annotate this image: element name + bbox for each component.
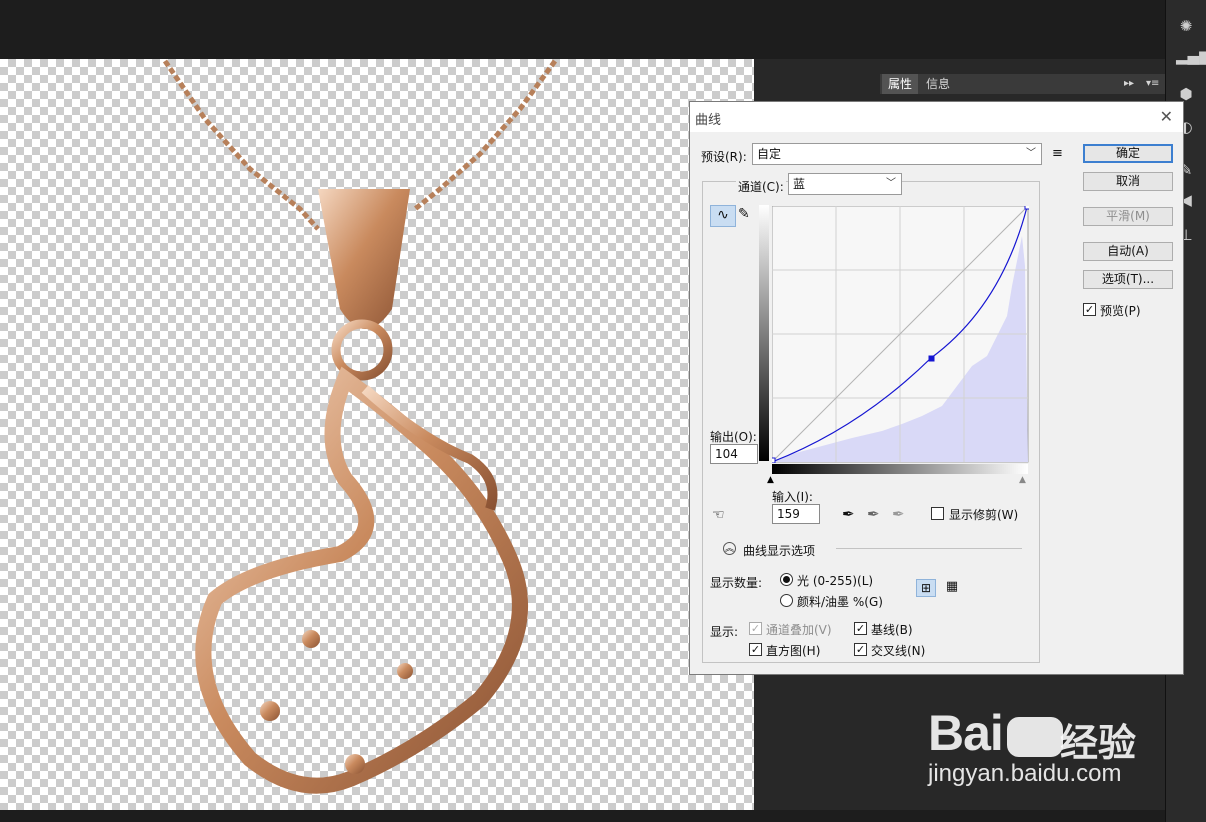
channel-label: 通道(C): — [736, 178, 786, 195]
show-amount-label: 显示数量: — [710, 576, 763, 590]
settings-wheel-icon[interactable]: ✺ — [1176, 16, 1196, 36]
curve-display-options-label: 曲线显示选项 — [743, 544, 816, 558]
output-gradient-bar — [759, 205, 769, 461]
panel-menu-icon[interactable]: ▾≡ — [1140, 74, 1165, 94]
channel-overlay-label: 通道叠加(V) — [766, 623, 832, 637]
preview-checkbox[interactable]: ✓ — [1083, 303, 1096, 316]
pencil-icon[interactable]: ✎ — [738, 206, 750, 222]
document-canvas[interactable] — [0, 59, 754, 810]
show-label: 显示: — [710, 625, 739, 639]
histogram-icon[interactable]: ▂▄▆ — [1176, 46, 1206, 66]
collapse-options-icon[interactable]: ︽ — [723, 542, 736, 555]
preset-label: 预设(R): — [701, 150, 747, 164]
dialog-titlebar: 曲线 ✕ — [690, 102, 1183, 132]
black-eyedropper-icon[interactable]: ✒ — [842, 505, 855, 523]
light-radio[interactable] — [780, 573, 793, 586]
preset-options-icon[interactable]: ≡ — [1052, 146, 1063, 161]
simple-grid-icon[interactable]: ⊞ — [916, 579, 936, 597]
curves-dialog: 曲线 ✕ 预设(R): 自定 ﹀ ≡ 通道(C): 蓝 ﹀ ∿ ✎ ▲ ▲ 输出… — [689, 101, 1184, 675]
curves-graph[interactable] — [772, 206, 1029, 463]
curve-point[interactable] — [1024, 206, 1029, 210]
options-bar — [0, 0, 1165, 59]
white-slider-icon[interactable]: ▲ — [1019, 475, 1026, 485]
black-slider-icon[interactable]: ▲ — [767, 475, 774, 485]
channel-value: 蓝 — [793, 177, 806, 191]
auto-button[interactable]: 自动(A) — [1083, 242, 1173, 261]
watermark-cn: 经验 — [1060, 721, 1137, 765]
output-input[interactable]: 104 — [710, 444, 758, 464]
white-eyedropper-icon[interactable]: ✒ — [892, 505, 905, 523]
histogram-label: 直方图(H) — [766, 644, 821, 658]
input-label: 输入(I): — [772, 490, 813, 504]
hand-adjust-icon[interactable]: ☜ — [712, 507, 725, 523]
smooth-button: 平滑(M) — [1083, 207, 1173, 226]
baseline-checkbox[interactable]: ✓ — [854, 622, 867, 635]
divider — [836, 548, 1022, 549]
options-button[interactable]: 选项(T)... — [1083, 270, 1173, 289]
pendant-image — [162, 59, 558, 794]
histogram-checkbox[interactable]: ✓ — [749, 643, 762, 656]
show-clipping-checkbox[interactable] — [931, 507, 944, 520]
light-option-label: 光 (0-255)(L) — [797, 574, 874, 588]
channel-overlay-checkbox: ✓ — [749, 622, 762, 635]
input-input[interactable]: 159 — [772, 504, 820, 524]
pigment-radio[interactable] — [780, 594, 793, 607]
collapse-icon[interactable]: ▸▸ — [1118, 74, 1140, 94]
baseline-label: 基线(B) — [871, 623, 913, 637]
paw-icon — [1006, 716, 1063, 757]
pigment-option-label: 颜料/油墨 %(G) — [797, 595, 883, 609]
ok-button[interactable]: 确定 — [1083, 144, 1173, 163]
preset-value: 自定 — [757, 147, 782, 161]
intersection-checkbox[interactable]: ✓ — [854, 643, 867, 656]
watermark-brand: Bai — [928, 705, 1004, 761]
show-clipping-label: 显示修剪(W) — [949, 508, 1019, 522]
input-gradient-bar — [772, 464, 1028, 474]
baidu-logo: Bai — [928, 704, 1063, 762]
chevron-down-icon: ﹀ — [886, 178, 896, 189]
panel-tab-bar: 属性 信息 ▸▸ ▾≡ — [880, 74, 1165, 94]
watermark-url: jingyan.baidu.com — [928, 760, 1122, 787]
gray-eyedropper-icon[interactable]: ✒ — [867, 505, 880, 523]
detailed-grid-icon[interactable]: ▦ — [942, 579, 962, 597]
preset-select[interactable]: 自定 ﹀ — [752, 143, 1042, 165]
chevron-down-icon: ﹀ — [1026, 148, 1036, 159]
tab-info[interactable]: 信息 — [920, 74, 956, 94]
tab-properties[interactable]: 属性 — [882, 74, 919, 94]
close-icon[interactable]: ✕ — [1160, 107, 1173, 126]
curve-point[interactable] — [928, 355, 935, 362]
channel-select[interactable]: 蓝 ﹀ — [788, 173, 902, 195]
curve-tool-icon[interactable]: ∿ — [710, 205, 736, 227]
cancel-button[interactable]: 取消 — [1083, 172, 1173, 191]
preview-label: 预览(P) — [1100, 304, 1141, 318]
intersection-label: 交叉线(N) — [871, 644, 926, 658]
status-bar — [0, 810, 1165, 822]
curve-point[interactable] — [772, 457, 776, 463]
dialog-title: 曲线 — [695, 113, 722, 128]
output-label: 输出(O): — [710, 430, 757, 444]
